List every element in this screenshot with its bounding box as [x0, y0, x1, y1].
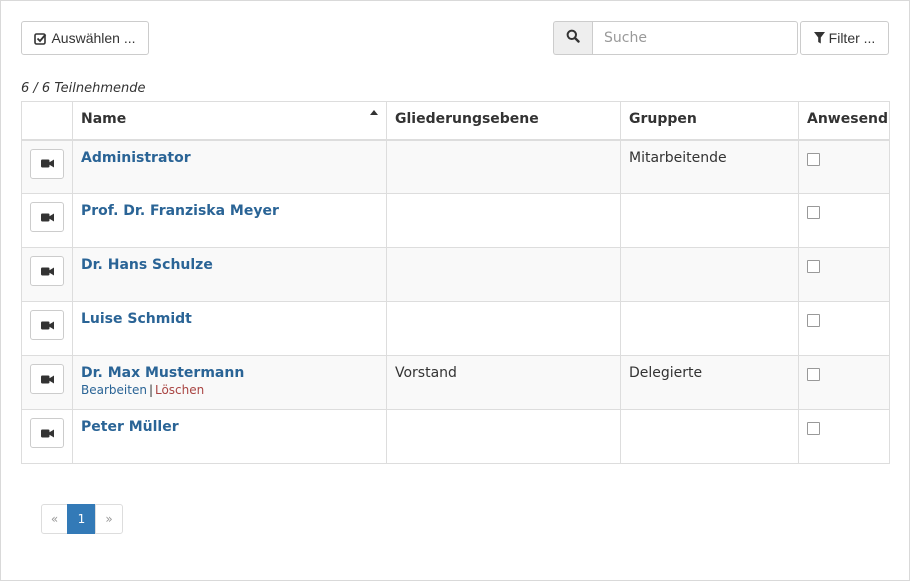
- sort-ascending-icon: [370, 110, 378, 115]
- participant-name-link[interactable]: Dr. Max Mustermann: [81, 365, 378, 381]
- participants-table: Name Gliederungsebene Gruppen Anwesend A…: [21, 101, 890, 464]
- pagination-prev[interactable]: «: [41, 504, 68, 534]
- pagination: « 1 »: [41, 504, 123, 534]
- search-input[interactable]: [592, 21, 798, 55]
- video-camera-icon: [40, 267, 54, 275]
- search-addon[interactable]: [553, 21, 592, 55]
- present-cell: [798, 193, 890, 248]
- level-cell: [386, 247, 621, 302]
- present-cell: [798, 409, 890, 464]
- check-square-icon: [34, 32, 47, 45]
- select-button[interactable]: Auswählen ...: [21, 21, 149, 55]
- video-camera-icon: [40, 429, 54, 437]
- present-cell: [798, 355, 890, 410]
- filter-button[interactable]: Filter ...: [800, 21, 889, 55]
- present-checkbox[interactable]: [807, 422, 820, 435]
- groups-cell: [620, 247, 799, 302]
- participant-name-link[interactable]: Dr. Hans Schulze: [81, 257, 378, 273]
- present-checkbox[interactable]: [807, 368, 820, 381]
- video-camera-icon: [40, 213, 54, 221]
- search-icon: [566, 29, 580, 47]
- row-actions: Bearbeiten | Löschen: [81, 383, 378, 397]
- name-cell: Prof. Dr. Franziska Meyer: [72, 193, 387, 248]
- search-group: [553, 21, 798, 55]
- table-header-row: Name Gliederungsebene Gruppen Anwesend: [21, 101, 890, 141]
- header-name[interactable]: Name: [72, 101, 387, 141]
- video-camera-icon: [40, 159, 54, 168]
- participant-name-link[interactable]: Administrator: [81, 150, 378, 166]
- camera-cell: [21, 301, 73, 356]
- present-checkbox[interactable]: [807, 206, 820, 219]
- select-button-label: Auswählen ...: [51, 30, 136, 46]
- video-call-button[interactable]: [30, 148, 64, 179]
- present-checkbox[interactable]: [807, 260, 820, 273]
- video-call-button[interactable]: [30, 310, 64, 340]
- participant-count: 6 / 6 Teilnehmende: [21, 81, 146, 96]
- video-camera-icon: [40, 375, 54, 383]
- level-cell: [386, 193, 621, 248]
- table-row: Luise Schmidt: [21, 301, 890, 356]
- present-cell: [798, 247, 890, 302]
- name-cell: Peter Müller: [72, 409, 387, 464]
- present-cell: [798, 301, 890, 356]
- video-call-button[interactable]: [30, 202, 64, 232]
- level-cell: [386, 409, 621, 464]
- action-separator: |: [148, 383, 153, 397]
- pagination-page-1[interactable]: 1: [67, 504, 96, 534]
- name-cell: Luise Schmidt: [72, 301, 387, 356]
- pagination-next[interactable]: »: [95, 504, 123, 534]
- video-call-button[interactable]: [30, 364, 64, 394]
- table-row: Dr. Max Mustermann Bearbeiten | Löschen Vo…: [21, 355, 890, 410]
- groups-cell: [620, 301, 799, 356]
- filter-button-label: Filter ...: [828, 30, 876, 46]
- participant-name-link[interactable]: Luise Schmidt: [81, 311, 378, 327]
- level-cell: Vorstand: [386, 355, 621, 410]
- name-cell: Dr. Max Mustermann Bearbeiten | Löschen: [72, 355, 387, 410]
- delete-link[interactable]: Löschen: [155, 383, 204, 397]
- camera-cell: [21, 139, 73, 194]
- name-cell: Dr. Hans Schulze: [72, 247, 387, 302]
- level-cell: [386, 301, 621, 356]
- present-checkbox[interactable]: [807, 152, 820, 166]
- header-actions: [21, 101, 73, 141]
- table-row: Prof. Dr. Franziska Meyer: [21, 193, 890, 248]
- camera-cell: [21, 193, 73, 248]
- video-call-button[interactable]: [30, 418, 64, 448]
- header-level[interactable]: Gliederungsebene: [386, 101, 621, 141]
- level-cell: [386, 139, 621, 194]
- participant-name-link[interactable]: Prof. Dr. Franziska Meyer: [81, 203, 378, 219]
- present-cell: [798, 139, 890, 194]
- groups-cell: [620, 193, 799, 248]
- groups-cell: [620, 409, 799, 464]
- header-present[interactable]: Anwesend: [798, 101, 890, 141]
- present-checkbox[interactable]: [807, 314, 820, 327]
- camera-cell: [21, 247, 73, 302]
- edit-link[interactable]: Bearbeiten: [81, 383, 147, 397]
- header-level-label: Gliederungsebene: [395, 111, 539, 127]
- header-groups[interactable]: Gruppen: [620, 101, 799, 141]
- table-row: Administrator Mitarbeitende: [21, 139, 890, 194]
- groups-cell: Mitarbeitende: [620, 139, 799, 194]
- header-present-label: Anwesend: [807, 111, 889, 127]
- header-groups-label: Gruppen: [629, 111, 697, 127]
- filter-icon: [813, 32, 825, 44]
- video-camera-icon: [40, 321, 54, 329]
- header-name-label: Name: [81, 111, 127, 127]
- camera-cell: [21, 355, 73, 410]
- participant-name-link[interactable]: Peter Müller: [81, 419, 378, 435]
- camera-cell: [21, 409, 73, 464]
- table-row: Dr. Hans Schulze: [21, 247, 890, 302]
- video-call-button[interactable]: [30, 256, 64, 286]
- groups-cell: Delegierte: [620, 355, 799, 410]
- table-row: Peter Müller: [21, 409, 890, 464]
- name-cell: Administrator: [72, 139, 387, 194]
